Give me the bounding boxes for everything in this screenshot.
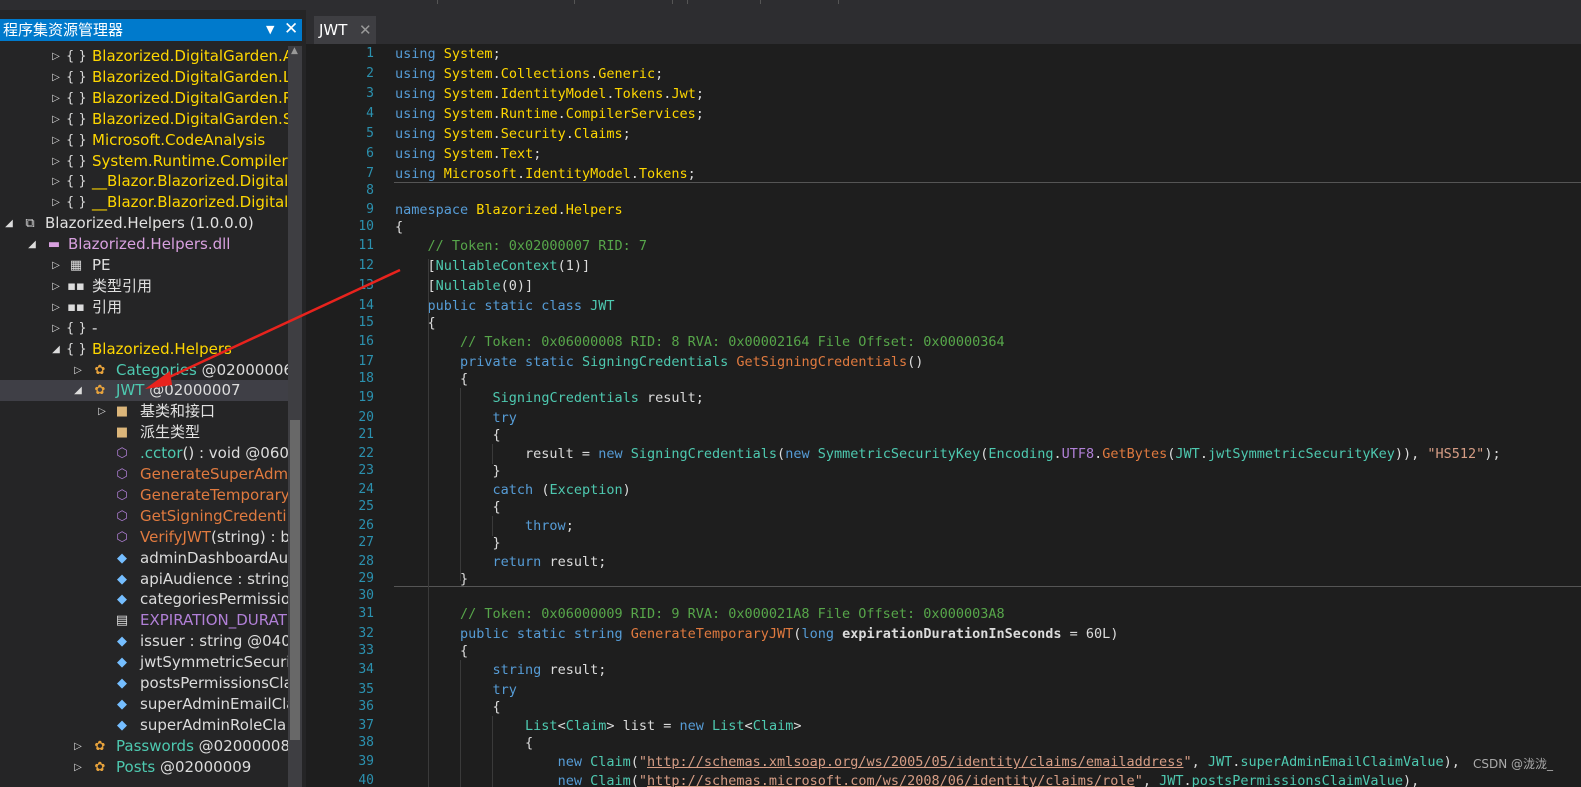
annotation-arrow	[145, 268, 401, 389]
watermark: CSDN @泷泷_	[1472, 757, 1553, 771]
